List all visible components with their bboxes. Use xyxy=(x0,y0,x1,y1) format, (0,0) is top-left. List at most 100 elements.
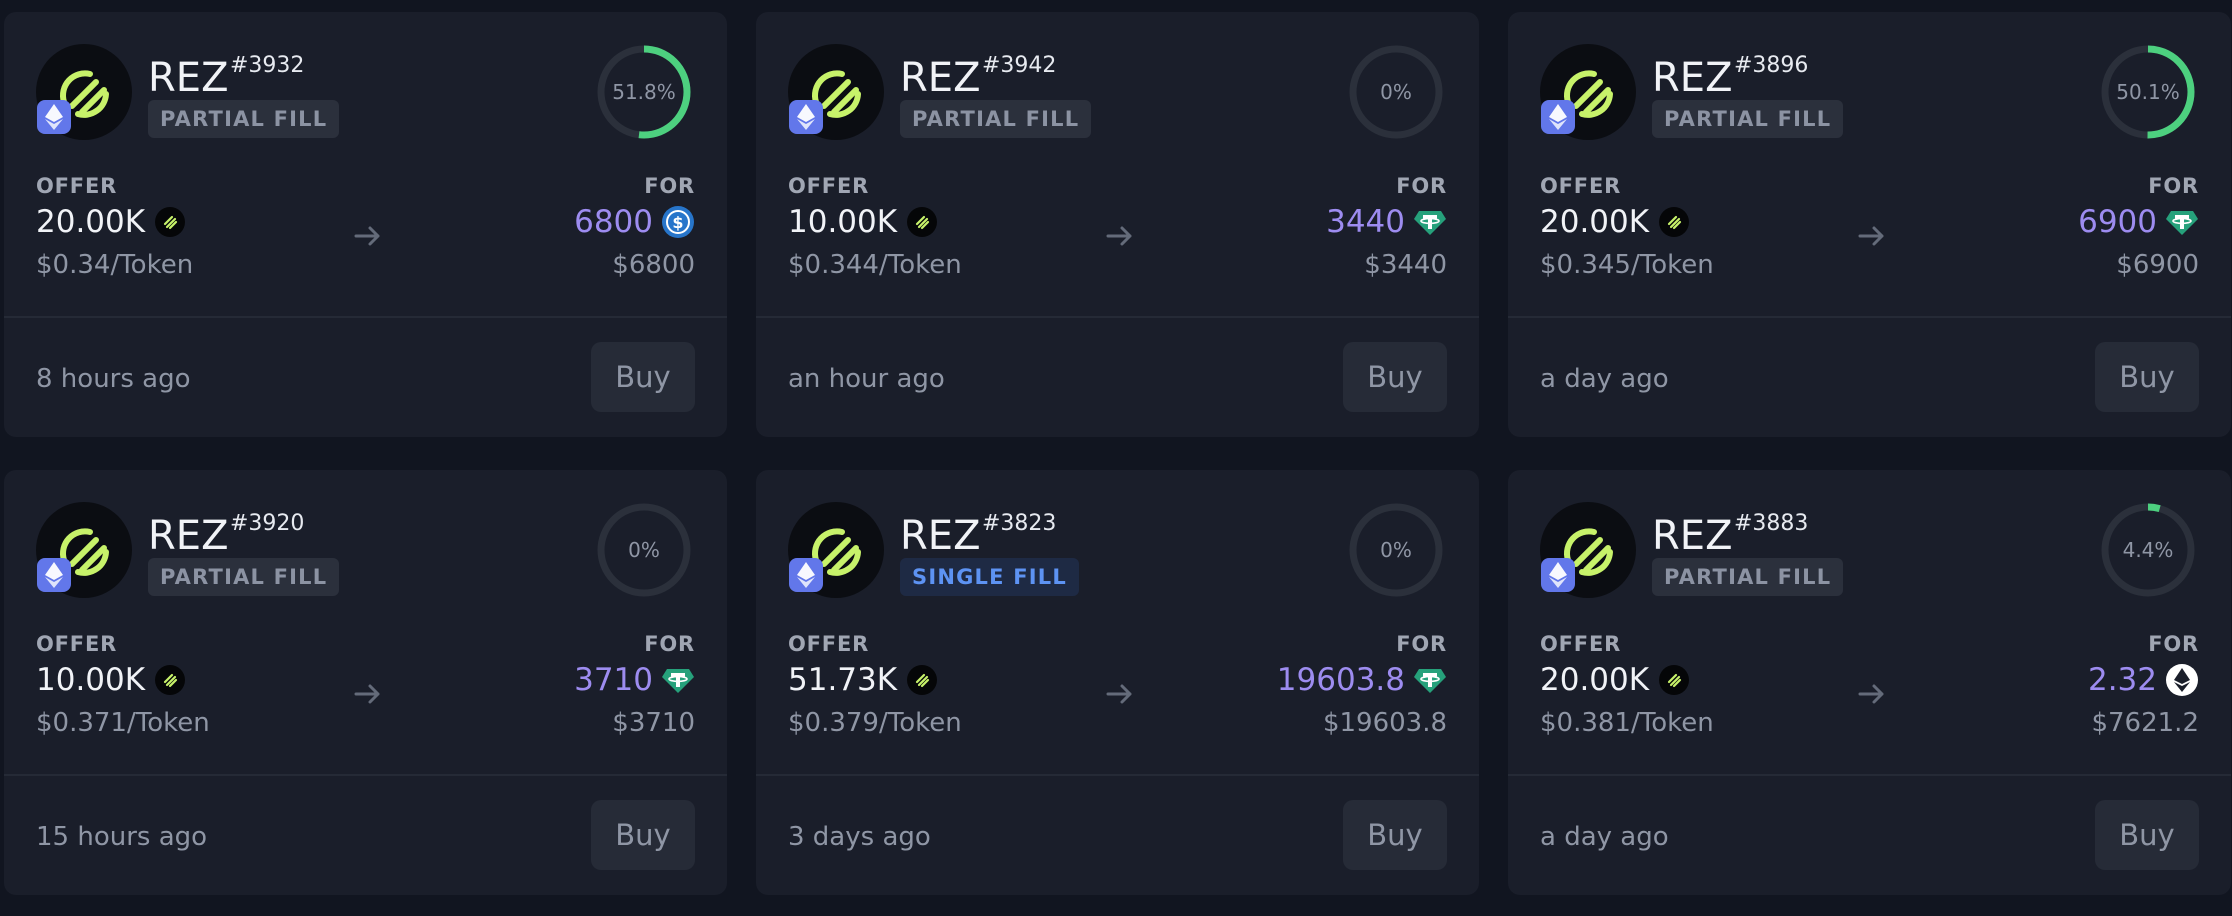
arrow-right-icon xyxy=(1858,226,1884,246)
offer-label: OFFER xyxy=(788,174,870,198)
offer-id: #3920 xyxy=(230,511,305,536)
for-amount-row: 6800 $ xyxy=(574,202,695,242)
arrow-right-icon xyxy=(1858,684,1884,704)
buy-button[interactable]: Buy xyxy=(591,800,695,870)
listed-time: a day ago xyxy=(1540,822,1669,852)
offer-card-3823[interactable]: REZ #3823 SINGLE FILL 0% OFFER FOR 51.73… xyxy=(756,470,1479,895)
rez-token-icon xyxy=(907,665,938,695)
fill-type-badge: PARTIAL FILL xyxy=(148,100,340,138)
card-footer: 3 days ago Buy xyxy=(756,774,1479,895)
rez-token-icon xyxy=(907,207,938,237)
arrow-right-icon xyxy=(354,226,380,246)
for-label: FOR xyxy=(1396,174,1447,198)
rez-logo-icon xyxy=(788,502,884,598)
buy-button[interactable]: Buy xyxy=(591,342,695,412)
usdt-icon xyxy=(661,663,695,697)
for-amount-row: 19603.8 xyxy=(1277,660,1447,700)
ethereum-chain-icon xyxy=(37,100,71,134)
listed-time: a day ago xyxy=(1540,364,1669,394)
offer-card-3920[interactable]: REZ #3920 PARTIAL FILL 0% OFFER FOR 10.0… xyxy=(4,470,727,895)
offer-amount-row: 51.73K xyxy=(788,660,938,700)
fill-type-badge: PARTIAL FILL xyxy=(1652,100,1844,138)
ethereum-chain-icon xyxy=(1541,558,1575,592)
price-per-token: $0.371/Token xyxy=(36,708,210,738)
buy-button[interactable]: Buy xyxy=(2095,800,2199,870)
for-amount: 6800 xyxy=(574,204,653,240)
offer-id: #3896 xyxy=(1734,53,1809,78)
for-usd-value: $6800 xyxy=(612,250,695,280)
for-amount-row: 6900 xyxy=(2078,202,2199,242)
listed-time: an hour ago xyxy=(788,364,945,394)
rez-logo-icon xyxy=(1540,44,1636,140)
offer-amount-row: 20.00K xyxy=(1540,660,1690,700)
price-per-token: $0.34/Token xyxy=(36,250,194,280)
for-label: FOR xyxy=(644,632,695,656)
price-per-token: $0.344/Token xyxy=(788,250,962,280)
usdc-icon: $ xyxy=(661,205,695,239)
for-amount-row: 2.32 xyxy=(2088,660,2199,700)
progress-label: 0% xyxy=(1380,538,1412,562)
progress-label: 50.1% xyxy=(2116,80,2180,104)
token-name: REZ xyxy=(1652,513,1733,559)
arrow-right-icon xyxy=(1106,226,1132,246)
buy-button[interactable]: Buy xyxy=(1343,800,1447,870)
for-label: FOR xyxy=(644,174,695,198)
rez-token-icon xyxy=(1659,207,1690,237)
ethereum-chain-icon xyxy=(1541,100,1575,134)
progress-label: 51.8% xyxy=(612,80,676,104)
fill-type-badge: SINGLE FILL xyxy=(900,558,1079,596)
for-usd-value: $3710 xyxy=(612,708,695,738)
offer-label: OFFER xyxy=(36,632,118,656)
buy-button[interactable]: Buy xyxy=(1343,342,1447,412)
listed-time: 3 days ago xyxy=(788,822,931,852)
offer-amount-row: 10.00K xyxy=(788,202,938,242)
offer-grid: REZ #3932 PARTIAL FILL 51.8% OFFER FOR 2… xyxy=(4,12,2231,895)
card-body: REZ #3942 PARTIAL FILL 0% OFFER FOR 10.0… xyxy=(756,12,1479,316)
progress-label: 0% xyxy=(628,538,660,562)
usdt-icon xyxy=(1413,205,1447,239)
for-amount: 2.32 xyxy=(2087,662,2157,698)
for-label: FOR xyxy=(2148,174,2199,198)
offer-amount-row: 20.00K xyxy=(1540,202,1690,242)
token-name: REZ xyxy=(900,513,981,559)
price-per-token: $0.381/Token xyxy=(1540,708,1714,738)
for-amount: 19603.8 xyxy=(1276,662,1405,698)
offer-id: #3932 xyxy=(230,53,305,78)
offer-amount: 10.00K xyxy=(36,662,146,698)
for-amount-row: 3710 xyxy=(574,660,695,700)
token-name: REZ xyxy=(148,55,229,101)
buy-button[interactable]: Buy xyxy=(2095,342,2199,412)
offer-id: #3823 xyxy=(982,511,1057,536)
arrow-right-icon xyxy=(354,684,380,704)
offer-card-3883[interactable]: REZ #3883 PARTIAL FILL 4.4% OFFER FOR 20… xyxy=(1508,470,2231,895)
progress-label: 4.4% xyxy=(2122,538,2174,562)
token-name: REZ xyxy=(1652,55,1733,101)
for-amount: 3710 xyxy=(574,662,653,698)
token-name: REZ xyxy=(148,513,229,559)
card-footer: 8 hours ago Buy xyxy=(4,316,727,437)
svg-text:$: $ xyxy=(672,213,683,232)
card-body: REZ #3883 PARTIAL FILL 4.4% OFFER FOR 20… xyxy=(1508,470,2231,774)
offer-label: OFFER xyxy=(36,174,118,198)
eth-icon xyxy=(2165,663,2199,697)
for-amount: 3440 xyxy=(1326,204,1405,240)
offer-card-3896[interactable]: REZ #3896 PARTIAL FILL 50.1% OFFER FOR 2… xyxy=(1508,12,2231,437)
offer-label: OFFER xyxy=(788,632,870,656)
offer-label: OFFER xyxy=(1540,174,1622,198)
card-body: REZ #3932 PARTIAL FILL 51.8% OFFER FOR 2… xyxy=(4,12,727,316)
offer-card-3932[interactable]: REZ #3932 PARTIAL FILL 51.8% OFFER FOR 2… xyxy=(4,12,727,437)
token-name: REZ xyxy=(900,55,981,101)
rez-token-icon xyxy=(1659,665,1690,695)
listed-time: 15 hours ago xyxy=(36,822,208,852)
offer-label: OFFER xyxy=(1540,632,1622,656)
offer-amount: 51.73K xyxy=(788,662,898,698)
offer-card-3942[interactable]: REZ #3942 PARTIAL FILL 0% OFFER FOR 10.0… xyxy=(756,12,1479,437)
price-per-token: $0.379/Token xyxy=(788,708,962,738)
for-usd-value: $19603.8 xyxy=(1322,708,1447,738)
offer-amount: 20.00K xyxy=(1540,204,1650,240)
offer-id: #3883 xyxy=(1734,511,1809,536)
rez-logo-icon xyxy=(788,44,884,140)
for-usd-value: $7621.2 xyxy=(2091,708,2199,738)
arrow-right-icon xyxy=(1106,684,1132,704)
for-usd-value: $6900 xyxy=(2116,250,2199,280)
